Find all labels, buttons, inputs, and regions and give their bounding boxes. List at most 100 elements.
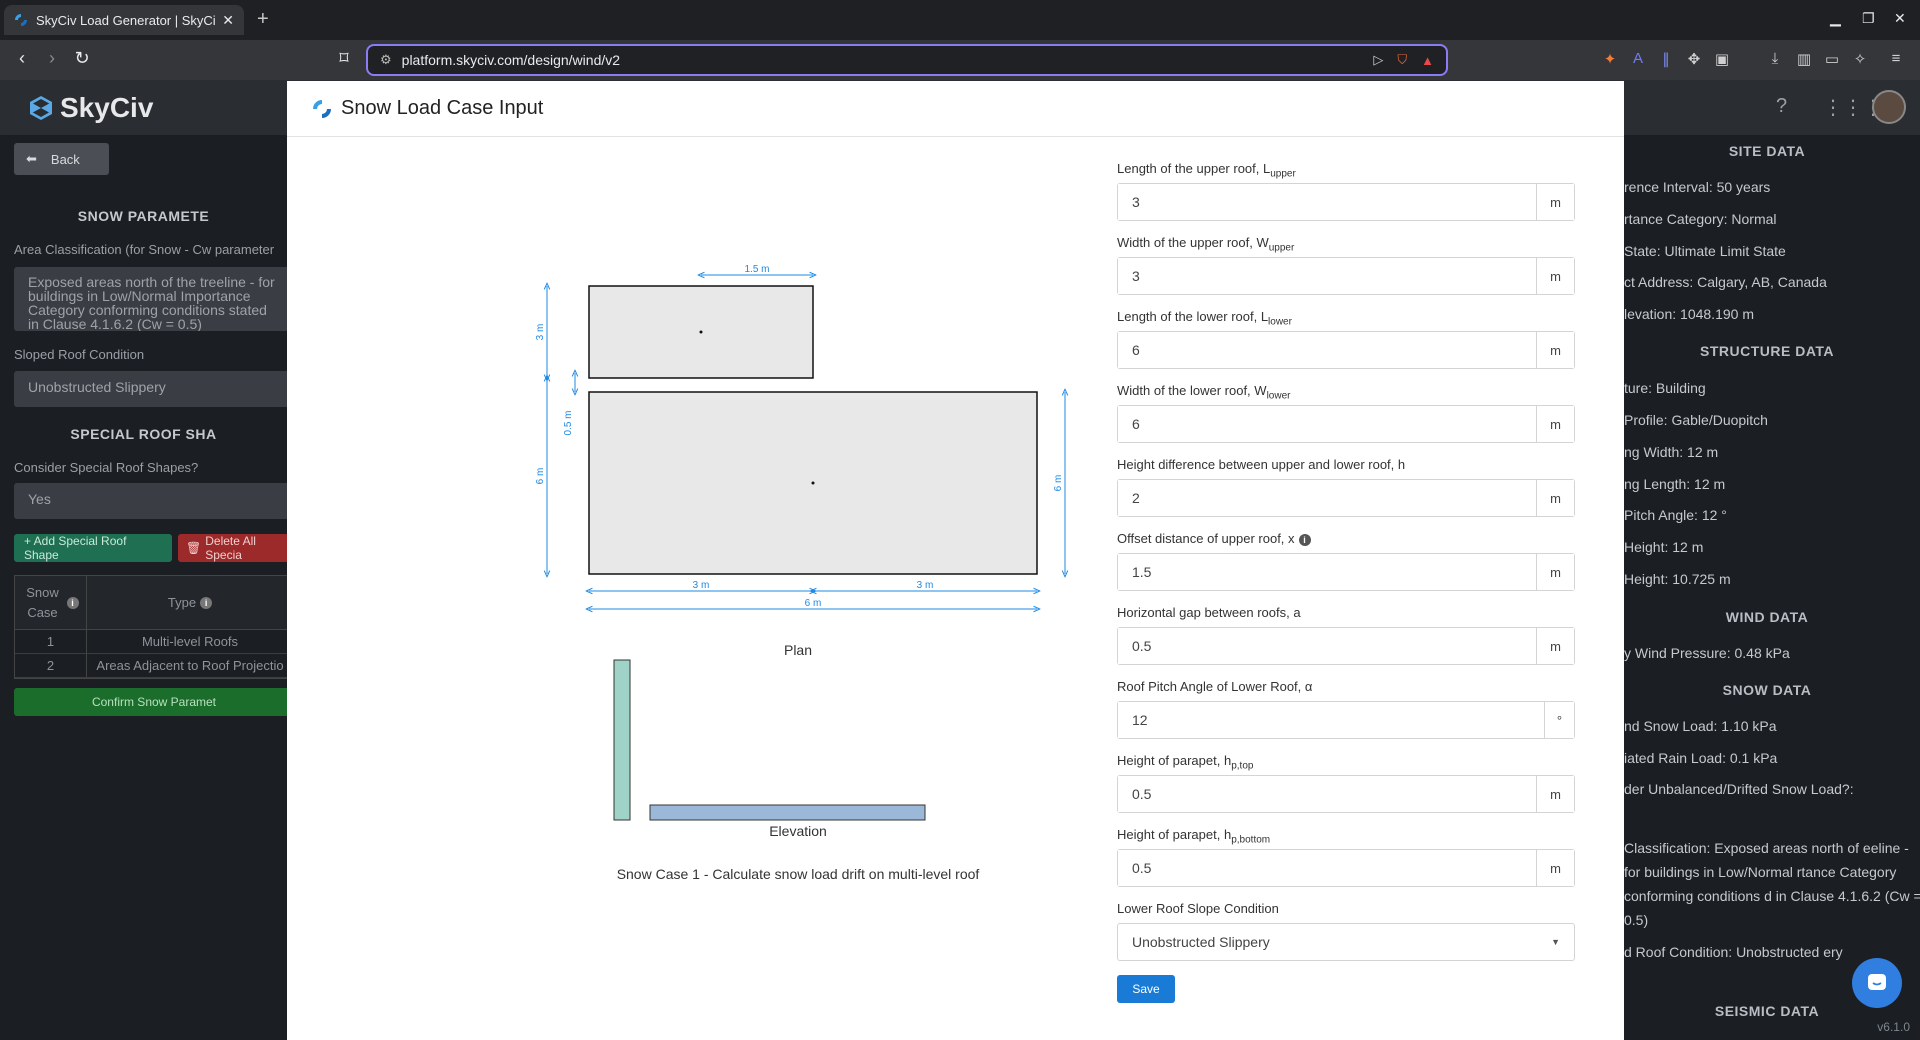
field-label-lower-length: Length of the lower roof, Llower [1117, 309, 1292, 328]
roof-drawing: 1.5 m 3 m 0.5 m 6 m 6 m 3 m 3 m 6 m Plan… [535, 264, 1087, 881]
structure-line: ng Length: 12 m [1624, 476, 1726, 492]
wind-line: y Wind Pressure: 0.48 kPa [1624, 645, 1790, 661]
table-cell-type: Multi-level Roofs [141, 634, 239, 649]
table-row[interactable]: 1 Multi-level Roofs [15, 630, 293, 654]
height-difference-group: m [1117, 479, 1575, 517]
restore-icon[interactable]: ❐ [1862, 10, 1875, 27]
table-row[interactable]: 2 Areas Adjacent to Roof Projectio [15, 654, 293, 678]
field-label-parapet-bottom: Height of parapet, hp,bottom [1117, 827, 1271, 846]
tab-search-icon[interactable]: ▣ [1712, 50, 1732, 70]
horizontal-gap-group: m [1117, 627, 1575, 665]
structure-data-heading: STRUCTURE DATA [1699, 343, 1835, 359]
delete-all-button[interactable]: 🗑 Delete All Specia [178, 534, 298, 562]
pitch-angle-input[interactable] [1118, 702, 1544, 738]
address-bar[interactable]: ⚙ platform.skyciv.com/design/wind/v2 ▷ ⛉… [366, 44, 1448, 76]
sidebar-icon[interactable]: ▥ [1794, 50, 1814, 70]
dim-label-upper-height: 3 m [535, 324, 546, 341]
dim-label-gap: 0.5 m [563, 410, 574, 435]
unit-label: m [1536, 850, 1574, 886]
horizontal-gap-input[interactable] [1118, 628, 1536, 664]
rewards-icon[interactable]: ▲ [1421, 53, 1434, 68]
help-icon[interactable]: ? [1776, 95, 1787, 118]
info-icon[interactable]: i [1298, 533, 1311, 546]
offset-distance-input[interactable] [1118, 554, 1536, 590]
site-info-icon[interactable]: ⚙ [380, 52, 392, 68]
save-button[interactable]: Save [1117, 975, 1175, 1003]
minimize-icon[interactable]: ▁ [1830, 10, 1841, 27]
extension-a-icon[interactable]: A [1628, 50, 1648, 70]
height-difference-input[interactable] [1118, 480, 1536, 516]
downloads-icon[interactable]: ⤓ [1765, 50, 1785, 70]
snow-case-form: Length of the upper roof, Lupper m Width… [1117, 161, 1575, 1003]
browser-tab[interactable]: SkyCiv Load Generator | SkyCi ✕ [4, 5, 244, 35]
lower-length-group: m [1117, 331, 1575, 369]
chat-support-button[interactable] [1852, 958, 1902, 1008]
table-header-row: Snow Case i Type i [15, 576, 293, 630]
tab-title: SkyCiv Load Generator | SkyCi [36, 12, 216, 28]
menu-icon[interactable]: ≡ [1886, 50, 1906, 70]
user-avatar[interactable] [1872, 90, 1906, 124]
add-special-roof-button[interactable]: + Add Special Roof Shape [14, 534, 172, 562]
extensions-puzzle-icon[interactable]: ✥ [1684, 50, 1704, 70]
window-close-icon[interactable]: ✕ [1894, 10, 1906, 27]
dim-label-bottom-a: 3 m [693, 580, 710, 591]
pitch-angle-group: ° [1117, 701, 1575, 739]
table-cell-case: 1 [15, 630, 87, 653]
sloped-roof-select[interactable]: Unobstructed Slippery [14, 371, 294, 407]
browser-navbar: ‹ › ↻ ⌑ ⚙ platform.skyciv.com/design/win… [0, 40, 1920, 80]
extension-ai-icon[interactable]: ∥ [1656, 50, 1676, 70]
slope-condition-value: Unobstructed Slippery [1132, 934, 1270, 950]
extension-fox-icon[interactable]: ✦ [1600, 50, 1620, 70]
dim-label-lower-left: 6 m [535, 468, 546, 485]
share-icon[interactable]: ▷ [1373, 52, 1383, 68]
info-icon[interactable]: i [200, 596, 213, 609]
structure-line: Height: 12 m [1624, 539, 1704, 555]
chevron-down-icon: ▼ [1551, 937, 1560, 947]
consider-special-select[interactable]: Yes [14, 483, 294, 519]
table-header-type: Type i [87, 576, 293, 629]
parapet-top-input[interactable] [1118, 776, 1536, 812]
url-text[interactable]: platform.skyciv.com/design/wind/v2 [402, 52, 1360, 68]
site-data-heading: SITE DATA [1728, 143, 1806, 159]
structure-line: Profile: Gable/Duopitch [1624, 412, 1768, 428]
left-panel: ⬅ Back SNOW PARAMETE Area Classification… [0, 135, 298, 1040]
slope-condition-select[interactable]: Unobstructed Slippery ▼ [1117, 923, 1575, 961]
leo-ai-icon[interactable]: ✧ [1850, 50, 1870, 70]
parapet-bottom-input[interactable] [1118, 850, 1536, 886]
unit-label: m [1536, 554, 1574, 590]
table-cell-case: 2 [15, 654, 87, 677]
lower-length-input[interactable] [1118, 332, 1536, 368]
forward-arrow-icon[interactable]: › [40, 48, 64, 69]
structure-line: ng Width: 12 m [1624, 444, 1719, 460]
parapet-bottom-group: m [1117, 849, 1575, 887]
modal-header: Snow Load Case Input [287, 81, 1624, 137]
info-icon[interactable]: i [66, 596, 79, 609]
site-line: rence Interval: 50 years [1624, 179, 1771, 195]
reload-icon[interactable]: ↻ [70, 48, 94, 69]
delete-all-label: Delete All Specia [205, 534, 256, 562]
unit-label: m [1536, 332, 1574, 368]
unit-label: m [1536, 628, 1574, 664]
snow-classification-text: Classification: Exposed areas north of e… [1624, 840, 1920, 928]
skyciv-favicon-icon [15, 14, 27, 26]
dim-label-offset: 1.5 m [744, 264, 769, 275]
field-label-horizontal-gap: Horizontal gap between roofs, a [1117, 605, 1301, 620]
field-label-height-difference: Height difference between upper and lowe… [1117, 457, 1406, 472]
brave-shield-icon[interactable]: ⛉ [1397, 52, 1407, 68]
parapet-top-group: m [1117, 775, 1575, 813]
back-arrow-icon[interactable]: ‹ [10, 48, 34, 69]
lower-width-group: m [1117, 405, 1575, 443]
lower-width-input[interactable] [1118, 406, 1536, 442]
upper-width-input[interactable] [1118, 258, 1536, 294]
area-classification-select[interactable]: Exposed areas north of the treeline - fo… [14, 267, 294, 331]
field-label-pitch-angle: Roof Pitch Angle of Lower Roof, α [1117, 679, 1313, 694]
bookmark-icon[interactable]: ⌑ [332, 48, 356, 69]
confirm-snow-parameters-button[interactable]: Confirm Snow Paramet [14, 688, 294, 716]
new-tab-icon[interactable]: + [257, 8, 269, 31]
tab-close-icon[interactable]: ✕ [222, 12, 234, 29]
structure-line: ture: Building [1624, 380, 1706, 396]
back-button[interactable]: ⬅ Back [14, 143, 109, 175]
upper-length-input[interactable] [1118, 184, 1536, 220]
wallet-icon[interactable]: ▭ [1822, 50, 1842, 70]
skyciv-logo[interactable]: SkyCiv [28, 92, 153, 124]
